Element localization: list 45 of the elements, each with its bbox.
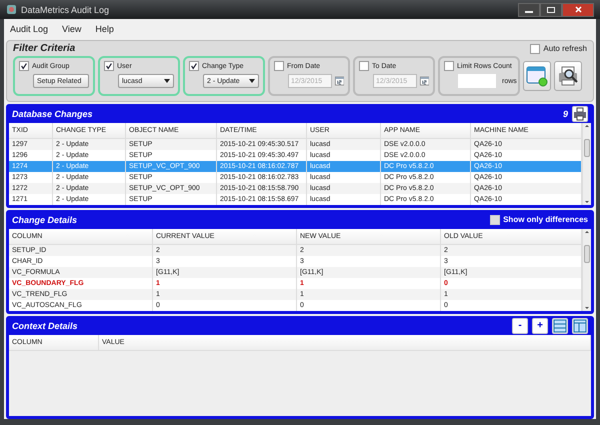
checkbox-label: Auto refresh (543, 44, 587, 53)
row-count: 9 (562, 108, 568, 118)
menu-item[interactable]: Audit Log (10, 24, 48, 34)
window-title: DataMetrics Audit Log (21, 4, 110, 14)
menu-item[interactable]: Help (95, 24, 114, 34)
panel-title: Database Changes (12, 108, 93, 118)
scroll-down-icon[interactable] (583, 305, 591, 311)
checkbox[interactable] (490, 214, 500, 224)
print-button[interactable] (572, 106, 588, 122)
panel-title: Change Details (12, 214, 78, 224)
checkbox[interactable] (19, 61, 29, 71)
maximize-button[interactable] (540, 2, 562, 16)
scrollbar[interactable] (582, 229, 591, 311)
checkbox[interactable] (444, 61, 454, 71)
caret-icon (164, 79, 170, 83)
scrollbar[interactable] (582, 123, 591, 205)
layout-button[interactable] (572, 318, 588, 334)
checkbox[interactable] (274, 61, 284, 71)
panel-title: Context Details (12, 320, 78, 330)
close-button[interactable] (562, 2, 594, 16)
calendar-icon[interactable] (420, 75, 429, 87)
toolbar-button[interactable]: + (532, 318, 548, 334)
toolbar-button[interactable]: - (512, 318, 528, 334)
caret-icon (249, 79, 255, 83)
checkbox[interactable] (359, 61, 369, 71)
list-view-button[interactable] (552, 318, 568, 334)
close-icon (574, 6, 582, 13)
menu-item[interactable]: View (62, 24, 82, 34)
checkbox-label: Show only differences (503, 215, 588, 224)
checkbox[interactable] (104, 61, 114, 71)
scroll-up-icon[interactable] (583, 123, 591, 129)
checkbox[interactable] (189, 61, 199, 71)
app-icon (6, 4, 17, 15)
scroll-down-icon[interactable] (583, 199, 591, 205)
scroll-thumb[interactable] (584, 139, 590, 157)
calendar-icon[interactable] (334, 75, 344, 87)
checkbox[interactable] (530, 44, 540, 54)
rows-input[interactable] (458, 74, 496, 88)
scroll-thumb[interactable] (584, 245, 590, 263)
print-preview-button[interactable] (554, 61, 582, 91)
scroll-up-icon[interactable] (583, 229, 591, 235)
maximize-icon (547, 6, 555, 12)
refresh-button[interactable] (523, 61, 551, 91)
panel-title: Filter Criteria (13, 43, 76, 54)
minimize-button[interactable] (518, 2, 540, 16)
